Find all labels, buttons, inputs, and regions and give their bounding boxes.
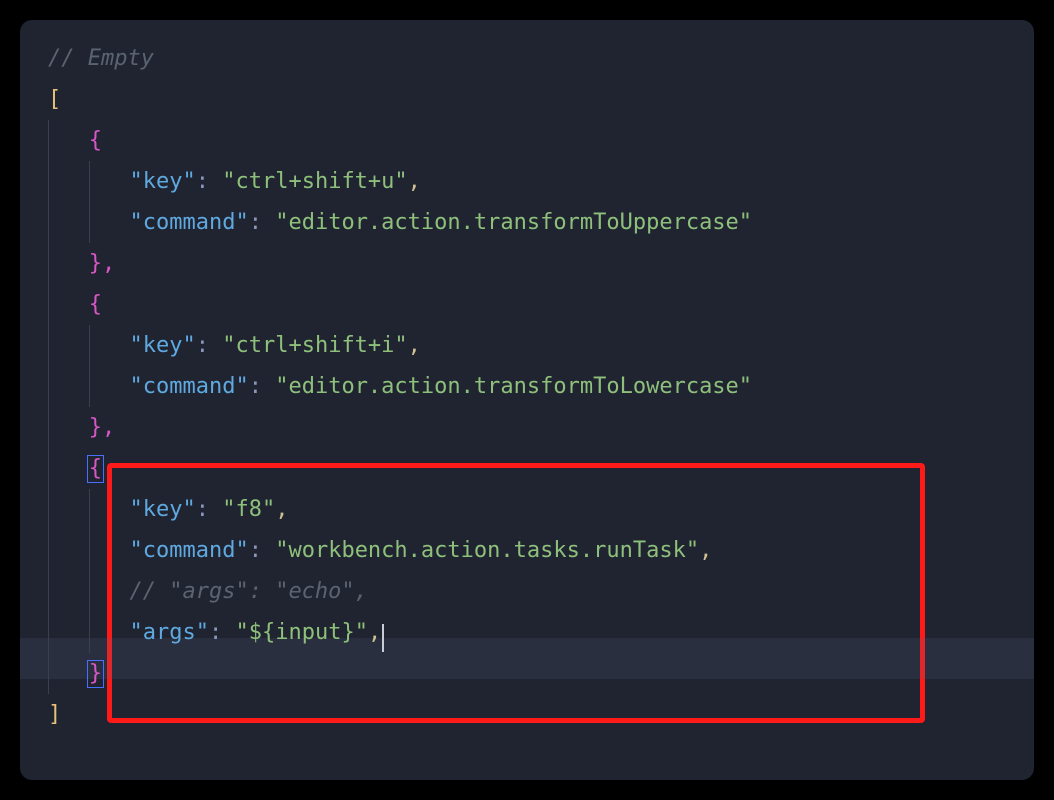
bracket-open-brace-matched: { (87, 455, 104, 483)
code-line-array-close: ] (48, 694, 1006, 735)
json-key: "command" (130, 538, 249, 563)
code-line-kv: "key": "ctrl+shift+i", (48, 325, 1006, 366)
colon: : (249, 374, 276, 399)
json-string: "workbench.action.tasks.runTask" (275, 538, 699, 563)
bracket-close-brace: }, (89, 415, 116, 440)
json-string: "editor.action.transformToLowercase" (275, 374, 752, 399)
json-string: "f8" (222, 497, 275, 522)
colon: : (196, 169, 223, 194)
code-line-array-open: [ (48, 79, 1006, 120)
comma: , (408, 333, 421, 358)
bracket-open-brace: { (89, 128, 102, 153)
code-line-kv: "command": "editor.action.transformToUpp… (48, 202, 1006, 243)
text-cursor (382, 624, 384, 652)
colon: : (249, 538, 276, 563)
code-content[interactable]: // Empty [ { "key": "ctrl+shift+u", "com… (48, 38, 1006, 735)
code-line-kv: "command": "editor.action.transformToLow… (48, 366, 1006, 407)
bracket-close-array: ] (48, 702, 61, 727)
json-key: "args" (130, 620, 209, 645)
code-line-brace-close: }, (48, 407, 1006, 448)
code-line-kv: "key": "ctrl+shift+u", (48, 161, 1006, 202)
json-string: "${input}" (235, 620, 367, 645)
colon: : (209, 620, 236, 645)
code-editor-frame: // Empty [ { "key": "ctrl+shift+u", "com… (20, 20, 1034, 780)
code-line-comment: // "args": "echo", (48, 571, 1006, 612)
comma: , (275, 497, 288, 522)
bracket-close-brace-matched: } (87, 660, 104, 688)
json-key: "command" (130, 210, 249, 235)
code-line-brace-close: }, (48, 243, 1006, 284)
json-key: "command" (130, 374, 249, 399)
code-line-kv: "key": "f8", (48, 489, 1006, 530)
comment-text: // "args": "echo", (130, 579, 368, 604)
json-key: "key" (130, 333, 196, 358)
comma: , (368, 620, 381, 645)
json-string: "editor.action.transformToUppercase" (275, 210, 752, 235)
json-key: "key" (130, 497, 196, 522)
bracket-open-array: [ (48, 87, 61, 112)
code-line-kv-current: "args": "${input}", (48, 612, 1006, 653)
bracket-close-brace: }, (89, 251, 116, 276)
code-line-comment: // Empty (48, 38, 1006, 79)
bracket-open-brace: { (89, 292, 102, 317)
colon: : (196, 497, 223, 522)
json-key: "key" (130, 169, 196, 194)
colon: : (196, 333, 223, 358)
code-line-brace-open: { (48, 120, 1006, 161)
code-line-brace-open: { (48, 448, 1006, 489)
code-line-brace-close: } (48, 653, 1006, 694)
comment-text: // Empty (48, 46, 154, 71)
json-string: "ctrl+shift+u" (222, 169, 407, 194)
comma: , (408, 169, 421, 194)
json-string: "ctrl+shift+i" (222, 333, 407, 358)
colon: : (249, 210, 276, 235)
code-line-kv: "command": "workbench.action.tasks.runTa… (48, 530, 1006, 571)
comma: , (699, 538, 712, 563)
code-line-brace-open: { (48, 284, 1006, 325)
